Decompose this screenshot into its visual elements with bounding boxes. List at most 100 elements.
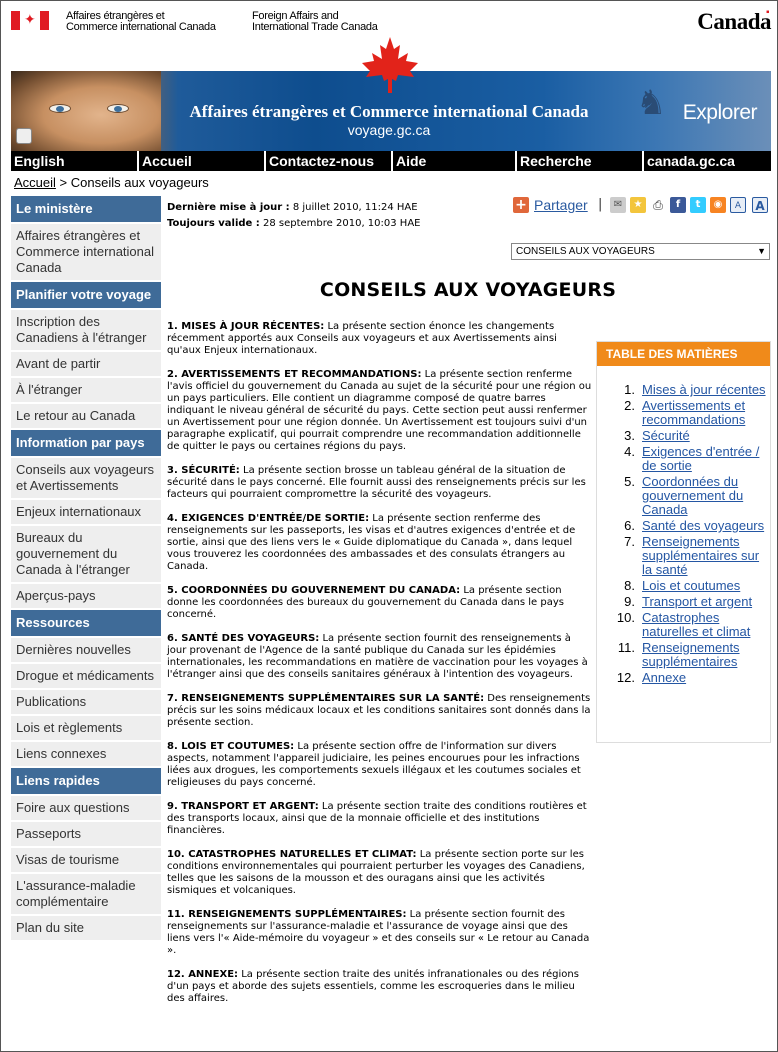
toc-item: 2. Avertissements et recommandations: [597, 399, 770, 427]
sidebar-item-affaires-etrangeres[interactable]: Affaires étrangères et Commerce internat…: [11, 224, 161, 282]
dept-fr-line2: Commerce international Canada: [66, 21, 216, 33]
chevron-down-icon: ▼: [757, 246, 766, 256]
toc-item: 5. Coordonnées du gouvernement du Canada: [597, 475, 770, 517]
email-icon[interactable]: ✉: [610, 197, 626, 213]
sidebar-item-dernieres-nouvelles[interactable]: Dernières nouvelles: [11, 638, 161, 664]
last-updated: Dernière mise à jour : 8 juillet 2010, 1…: [167, 200, 420, 216]
menu-english[interactable]: English: [11, 151, 139, 171]
menu-recherche[interactable]: Recherche: [517, 151, 644, 171]
share-link[interactable]: Partager: [534, 197, 588, 213]
table-of-contents: TABLE DES MATIÈRES 1. Mises à jour récent…: [596, 341, 771, 743]
menu-accueil[interactable]: Accueil: [139, 151, 266, 171]
section-description: 3. SÉCURITÉ: La présente section brosse …: [167, 465, 592, 501]
section-label: 10. CATASTROPHES NATURELLES ET CLIMAT:: [167, 849, 417, 860]
toc-number: 7.: [624, 534, 635, 549]
section-description: 5. COORDONNÉES DU GOUVERNEMENT DU CANADA…: [167, 585, 592, 621]
menu-aide[interactable]: Aide: [393, 151, 517, 171]
sidebar-item-plan-du-site[interactable]: Plan du site: [11, 916, 161, 942]
section-label: 1. MISES À JOUR RÉCENTES:: [167, 321, 325, 332]
toc-link[interactable]: Mises à jour récentes: [642, 382, 766, 397]
toc-item: 4. Exigences d'entrée / de sortie: [597, 445, 770, 473]
sidebar-item-avant-de-partir[interactable]: Avant de partir: [11, 352, 161, 378]
sidebar-item-passeports[interactable]: Passeports: [11, 822, 161, 848]
toc-link[interactable]: Coordonnées du gouvernement du Canada: [642, 474, 743, 517]
sidebar-heading-liens-rapides[interactable]: Liens rapides: [11, 768, 161, 796]
sidebar-item-conseils-aux-voyageurs[interactable]: Conseils aux voyageurs et Avertissements: [11, 458, 161, 500]
sidebar-item-visas[interactable]: Visas de tourisme: [11, 848, 161, 874]
menu-canada-gc-ca[interactable]: canada.gc.ca: [644, 151, 771, 171]
sidebar-heading-ressources[interactable]: Ressources: [11, 610, 161, 638]
breadcrumb-separator: >: [55, 175, 71, 190]
department-name-en: Foreign Affairs and International Trade …: [252, 11, 378, 33]
section-description: 10. CATASTROPHES NATURELLES ET CLIMAT: L…: [167, 849, 592, 897]
toc-link[interactable]: Catastrophes naturelles et climat: [642, 610, 750, 639]
section-label: 4. EXIGENCES D'ENTRÉE/DE SORTIE:: [167, 513, 370, 524]
sidebar-item-assurance-maladie[interactable]: L'assurance-maladie complémentaire: [11, 874, 161, 916]
section-description: 7. RENSEIGNEMENTS SUPPLÉMENTAIRES SUR LA…: [167, 693, 592, 729]
toc-link[interactable]: Avertissements et recommandations: [642, 398, 745, 427]
banner-explorer-label: Explorer: [682, 101, 758, 124]
print-icon[interactable]: ⎙: [650, 197, 666, 213]
sidebar-item-enjeux-internationaux[interactable]: Enjeux internationaux: [11, 500, 161, 526]
toc-link[interactable]: Santé des voyageurs: [642, 518, 764, 533]
toc-link[interactable]: Transport et argent: [642, 594, 752, 609]
sidebar-heading-information-par-pays[interactable]: Information par pays: [11, 430, 161, 458]
sidebar-heading-planifier[interactable]: Planifier votre voyage: [11, 282, 161, 310]
section-description: 1. MISES À JOUR RÉCENTES: La présente se…: [167, 321, 592, 357]
section-label: 7. RENSEIGNEMENTS SUPPLÉMENTAIRES SUR LA…: [167, 693, 485, 704]
sidebar-item-drogue[interactable]: Drogue et médicaments: [11, 664, 161, 690]
toc-item: 9. Transport et argent: [597, 595, 770, 609]
banner-pause-button[interactable]: [16, 128, 32, 144]
toc-link[interactable]: Sécurité: [642, 428, 690, 443]
page-frame: ✦ Affaires étrangères et Commerce intern…: [0, 0, 778, 1052]
sidebar-item-apercus-pays[interactable]: Aperçus-pays: [11, 584, 161, 610]
section-label: 9. TRANSPORT ET ARGENT:: [167, 801, 319, 812]
canada-flag-icon: ✦: [11, 11, 49, 30]
page-title: CONSEILS AUX VOYAGEURS: [319, 279, 617, 301]
toc-link[interactable]: Annexe: [642, 670, 686, 685]
sidebar-heading-ministere[interactable]: Le ministère: [11, 196, 161, 224]
toc-number: 11.: [617, 640, 635, 655]
facebook-icon[interactable]: f: [670, 197, 686, 213]
sidebar-item-inscription[interactable]: Inscription des Canadiens à l'étranger: [11, 310, 161, 352]
section-description: 12. ANNEXE: La présente section traite d…: [167, 969, 592, 1005]
toc-number: 4.: [624, 444, 635, 459]
banner-portrait: [11, 71, 161, 151]
twitter-icon[interactable]: t: [690, 197, 706, 213]
section-description: 11. RENSEIGNEMENTS SUPPLÉMENTAIRES: La p…: [167, 909, 592, 957]
country-select[interactable]: CONSEILS AUX VOYAGEURS ▼: [511, 243, 770, 260]
toc-link[interactable]: Exigences d'entrée / de sortie: [642, 444, 759, 473]
canada-wordmark: Canada ▪: [697, 7, 771, 35]
toc-link[interactable]: Renseignements supplémentaires: [642, 640, 740, 669]
page-dates: Dernière mise à jour : 8 juillet 2010, 1…: [167, 200, 420, 232]
sidebar-item-lois-reglements[interactable]: Lois et règlements: [11, 716, 161, 742]
still-valid-value: 28 septembre 2010, 10:03 HAE: [263, 218, 421, 229]
federal-identity-bar: ✦ Affaires étrangères et Commerce intern…: [11, 7, 771, 37]
toc-item: 6. Santé des voyageurs: [597, 519, 770, 533]
breadcrumb-home-link[interactable]: Accueil: [14, 175, 56, 190]
toc-number: 1.: [624, 382, 635, 397]
last-updated-label: Dernière mise à jour :: [167, 202, 290, 213]
menu-contactez-nous[interactable]: Contactez-nous: [266, 151, 393, 171]
sidebar-item-retour-au-canada[interactable]: Le retour au Canada: [11, 404, 161, 430]
toc-number: 3.: [624, 428, 635, 443]
sidebar-item-a-letranger[interactable]: À l'étranger: [11, 378, 161, 404]
text-size-large-icon[interactable]: A: [752, 197, 768, 213]
section-label: 2. AVERTISSEMENTS ET RECOMMANDATIONS:: [167, 369, 422, 380]
rss-icon[interactable]: ◉: [710, 197, 726, 213]
toc-link[interactable]: Lois et coutumes: [642, 578, 740, 593]
main-menu: English Accueil Contactez-nous Aide Rech…: [11, 151, 771, 171]
favorite-star-icon[interactable]: ★: [630, 197, 646, 213]
sidebar-item-publications[interactable]: Publications: [11, 690, 161, 716]
sidebar-item-faq[interactable]: Foire aux questions: [11, 796, 161, 822]
share-toolbar: + Partager | ✉ ★ ⎙ f t ◉ A A: [513, 197, 773, 217]
section-label: 8. LOIS ET COUTUMES:: [167, 741, 295, 752]
section-label: 3. SÉCURITÉ:: [167, 465, 240, 476]
sidebar-item-bureaux[interactable]: Bureaux du gouvernement du Canada à l'ét…: [11, 526, 161, 584]
share-plus-icon[interactable]: +: [513, 197, 529, 213]
toc-link[interactable]: Renseignements supplémentaires sur la sa…: [642, 534, 759, 577]
main-content: 1. MISES À JOUR RÉCENTES: La présente se…: [167, 321, 592, 1017]
text-size-small-icon[interactable]: A: [730, 197, 746, 213]
section-label: 6. SANTÉ DES VOYAGEURS:: [167, 633, 320, 644]
sidebar-item-liens-connexes[interactable]: Liens connexes: [11, 742, 161, 768]
